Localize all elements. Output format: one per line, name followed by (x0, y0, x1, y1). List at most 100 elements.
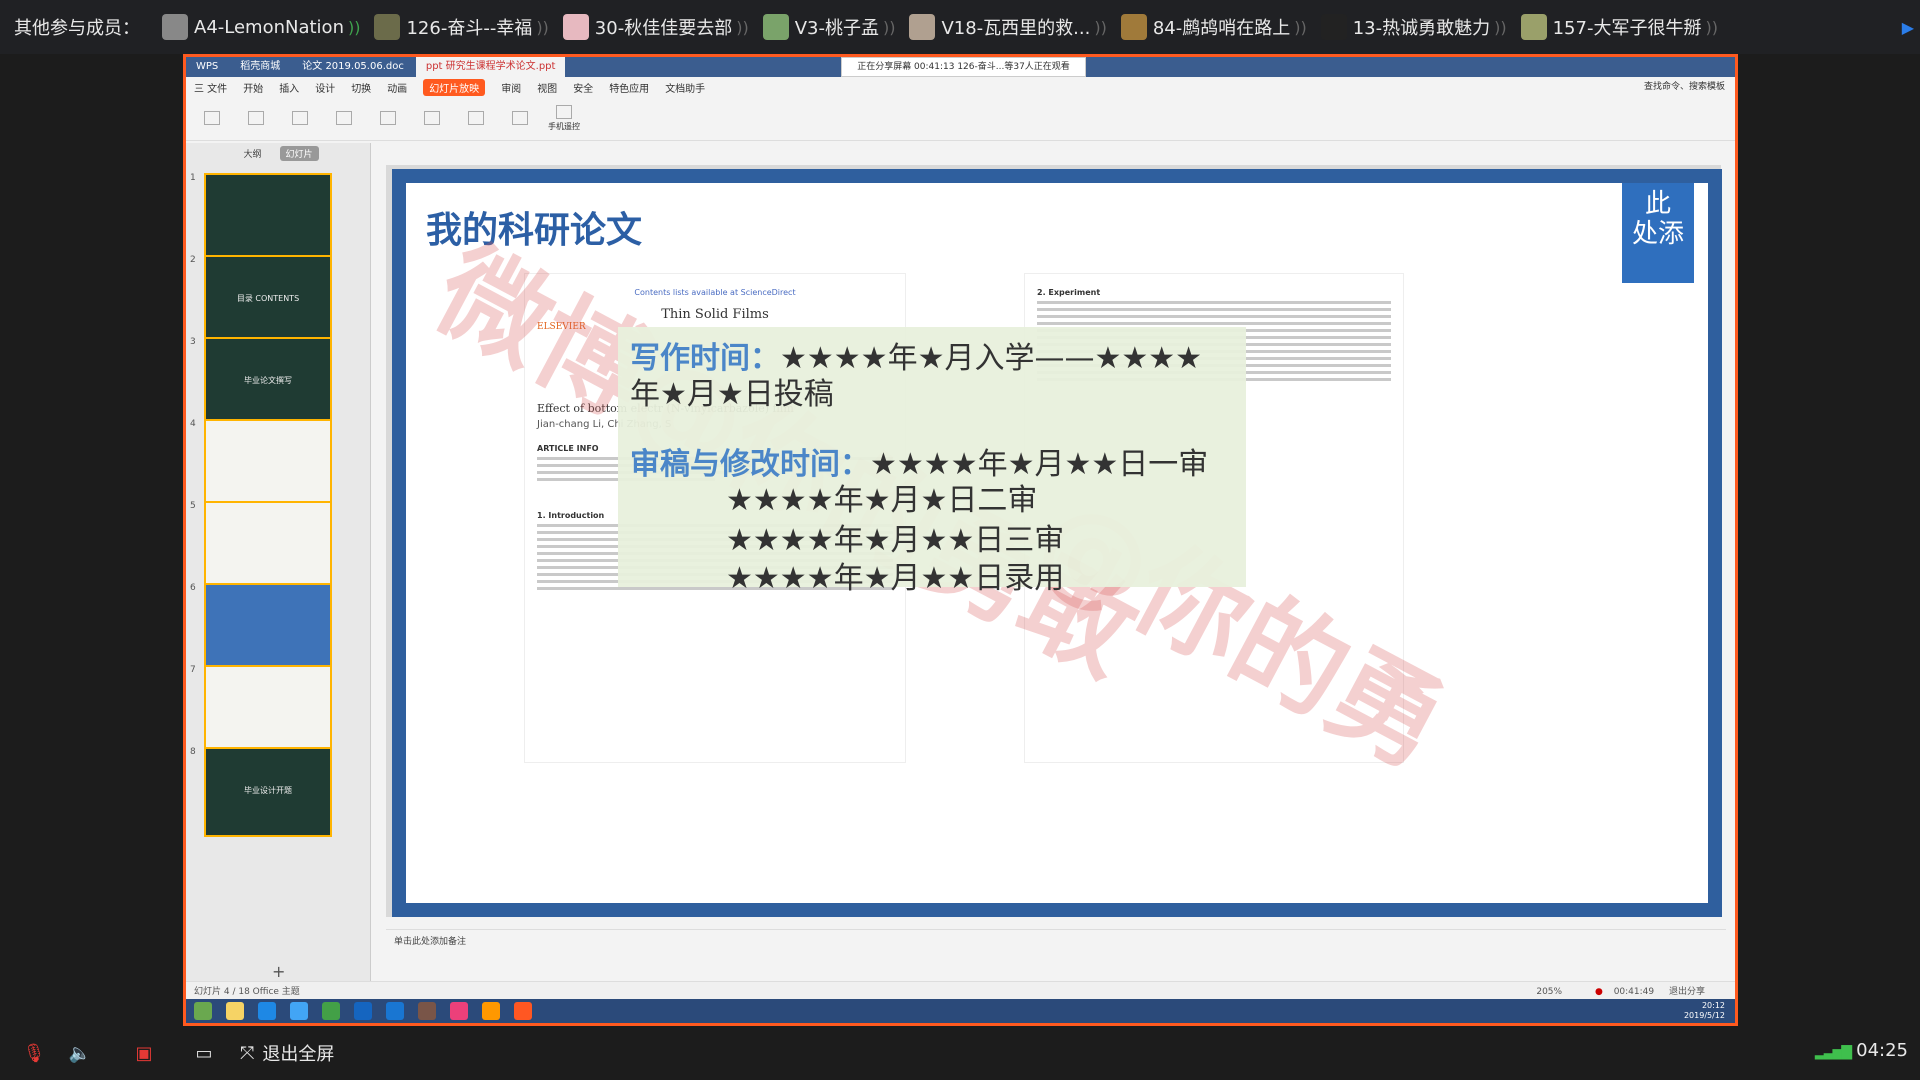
menu-animation[interactable]: 动画 (387, 80, 407, 95)
side-tag-top: 此 (1644, 189, 1671, 219)
tab-wps[interactable]: WPS (186, 57, 228, 77)
slide-thumbnail[interactable]: 目录 CONTENTS (204, 255, 332, 345)
signal-icon: ▂▃▅▇ (1814, 1044, 1852, 1060)
audio-wave-icon: )) (536, 17, 549, 37)
browser-icon[interactable] (194, 1002, 212, 1020)
tab-outline[interactable]: 大纲 (237, 146, 267, 161)
app-icon[interactable] (482, 1002, 500, 1020)
menu-start[interactable]: 开始 (243, 80, 263, 95)
app-icon[interactable] (290, 1002, 308, 1020)
slide-thumbnail[interactable] (204, 583, 332, 673)
tab-doc[interactable]: 论文 2019.05.06.doc (292, 57, 414, 77)
text-line (1037, 308, 1391, 311)
menu-security[interactable]: 安全 (573, 80, 593, 95)
ribbon-icon (292, 110, 308, 125)
ribbon-icon (380, 110, 396, 125)
slide-thumbnail[interactable] (204, 501, 332, 591)
slide-content: 我的科研论文 山 此 处添 Contents lists available a… (406, 183, 1708, 903)
scroll-right-icon[interactable]: ▶ (1902, 18, 1914, 37)
menu-assistant[interactable]: 文档助手 (665, 80, 705, 95)
ppt-icon[interactable] (514, 1002, 532, 1020)
audio-wave-icon: )) (882, 17, 896, 37)
menu-view[interactable]: 视图 (537, 80, 557, 95)
app-icon[interactable] (258, 1002, 276, 1020)
audio-wave-icon: )) (1094, 17, 1107, 37)
tab-slides[interactable]: 幻灯片 (279, 145, 319, 161)
ribbon-icon (204, 110, 220, 125)
menu-design[interactable]: 设计 (315, 80, 335, 95)
taskbar-time: 20:12 (1701, 1001, 1725, 1010)
menu-review[interactable]: 审阅 (501, 80, 521, 95)
add-slide-button[interactable]: + (272, 962, 285, 981)
ribbon-icon (248, 110, 264, 125)
member-item[interactable]: 13-热诚勇敢魅力)) (1320, 14, 1507, 40)
menu-slideshow[interactable]: 幻灯片放映 (423, 78, 486, 96)
audio-wave-icon: )) (347, 17, 361, 37)
member-name: 157-大军子很牛掰 (1552, 18, 1702, 39)
mic-muted-icon[interactable]: 🎙 (22, 1041, 46, 1065)
side-tabs: 大纲 幻灯片 (186, 143, 370, 163)
tab-store[interactable]: 稻壳商城 (230, 57, 290, 77)
participants-label: 其他参与成员： (14, 18, 140, 39)
ribbon-icon (424, 110, 440, 125)
slide-number: 8 (190, 747, 196, 757)
wechat-icon[interactable] (322, 1002, 340, 1020)
taskbar-date: 2019/5/12 (1683, 1011, 1725, 1020)
member-item[interactable]: 126-奋斗--幸福)) (374, 14, 549, 40)
slide-number: 3 (190, 337, 196, 347)
app-icon[interactable] (450, 1002, 468, 1020)
zoom-level[interactable]: 205% (1536, 987, 1562, 997)
screen-share-icon[interactable]: ▭ (192, 1041, 216, 1065)
avatar (762, 14, 789, 40)
ribbon-button[interactable] (282, 110, 318, 127)
avatar (909, 14, 936, 40)
ribbon-button[interactable] (238, 110, 274, 127)
slide-thumbnail[interactable]: 毕业设计开题 (204, 747, 332, 837)
ribbon-button[interactable] (370, 110, 406, 127)
slide-number: 1 (190, 173, 196, 183)
speaker-icon[interactable]: 🔈 (68, 1041, 92, 1065)
taskbar-clock: 20:12 2019/5/12 (1684, 1001, 1725, 1021)
ribbon-icon (336, 110, 352, 125)
phone-remote-label: 手机遥控 (548, 122, 580, 131)
member-item[interactable]: A4-LemonNation)) (162, 14, 360, 40)
member-item[interactable]: 157-大军子很牛掰)) (1520, 14, 1718, 40)
ribbon-button[interactable] (458, 110, 494, 127)
camera-off-icon[interactable]: ▣ (132, 1041, 156, 1065)
menu-insert[interactable]: 插入 (279, 80, 299, 95)
participants-bar: 其他参与成员： A4-LemonNation)) 126-奋斗--幸福)) 30… (0, 0, 1920, 54)
app-icon[interactable] (418, 1002, 436, 1020)
slide-thumbnail[interactable] (204, 419, 332, 509)
member-item[interactable]: V18-瓦西里的救...)) (909, 14, 1107, 40)
paper-header-small: Contents lists available at ScienceDirec… (634, 288, 796, 297)
member-item[interactable]: 30-秋佳佳要去部)) (562, 14, 749, 40)
exit-fullscreen-button[interactable]: ⤧ 退出全屏 (240, 1040, 334, 1066)
folder-icon[interactable] (226, 1002, 244, 1020)
slide-thumbnail[interactable]: 毕业论文撰写 (204, 337, 332, 427)
ribbon-button[interactable] (194, 110, 230, 127)
member-name: 13-热诚勇敢魅力 (1352, 18, 1491, 39)
notes-field[interactable]: 单击此处添加备注 (386, 929, 1726, 949)
tab-ppt[interactable]: ppt 研究生课程学术论文.ppt (415, 57, 566, 77)
app-icon[interactable] (386, 1002, 404, 1020)
share-status-banner: 正在分享屏幕 00:41:13 126-奋斗...等37人正在观看 (841, 57, 1086, 77)
avatar (374, 14, 401, 40)
menu-file[interactable]: 三 文件 (194, 80, 227, 95)
menu-transition[interactable]: 切换 (351, 80, 371, 95)
slide-thumbnail[interactable] (204, 173, 332, 263)
phone-remote-button[interactable]: 手机遥控 (546, 105, 582, 132)
search-command-input[interactable]: 查找命令、搜索模板 (1644, 79, 1725, 92)
exit-share-button[interactable]: 退出分享 (1669, 987, 1705, 997)
ribbon-button[interactable] (502, 110, 538, 127)
current-slide[interactable]: 我的科研论文 山 此 处添 Contents lists available a… (392, 169, 1722, 917)
menu-features[interactable]: 特色应用 (609, 80, 649, 95)
member-item[interactable]: V3-桃子孟)) (762, 14, 896, 40)
meeting-controls: 🎙 🔈 ▣ ▭ ⤧ 退出全屏 ▂▃▅▇ 04:25 (0, 1026, 1920, 1080)
slide-thumbnail[interactable] (204, 665, 332, 755)
ribbon-button[interactable] (414, 110, 450, 127)
member-name: 30-秋佳佳要去部 (594, 18, 733, 39)
audio-wave-icon: )) (1705, 17, 1718, 37)
member-item[interactable]: 84-鹧鸪哨在路上)) (1120, 14, 1307, 40)
ribbon-button[interactable] (326, 110, 362, 127)
word-icon[interactable] (354, 1002, 372, 1020)
